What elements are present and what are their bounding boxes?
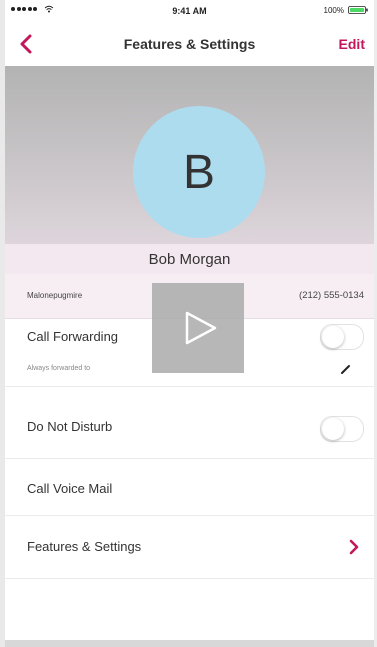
contact-name-band: Bob Morgan xyxy=(5,244,374,274)
battery-icon xyxy=(348,6,368,14)
features-settings-row[interactable]: Features & Settings xyxy=(5,516,374,579)
features-settings-label: Features & Settings xyxy=(27,539,142,554)
call-forwarding-sublabel: Always forwarded to xyxy=(27,365,91,372)
toggle-knob xyxy=(322,326,344,348)
call-voice-mail-label: Call Voice Mail xyxy=(27,481,113,496)
call-voice-mail-row[interactable]: Call Voice Mail xyxy=(5,459,374,516)
do-not-disturb-label: Do Not Disturb xyxy=(27,419,113,434)
toggle-knob xyxy=(322,418,344,440)
do-not-disturb-row: Do Not Disturb xyxy=(5,387,374,459)
username: Malonepugmire xyxy=(27,291,83,300)
avatar: B xyxy=(133,106,265,238)
call-forwarding-toggle[interactable] xyxy=(320,324,364,350)
battery-percentage: 100% xyxy=(323,6,344,15)
bottom-bar xyxy=(5,640,374,647)
call-forwarding-label: Call Forwarding xyxy=(27,329,119,344)
video-play-overlay[interactable] xyxy=(152,283,244,373)
status-time: 9:41 AM xyxy=(172,6,207,16)
play-icon xyxy=(185,311,217,345)
status-bar: 9:41 AM 100% xyxy=(5,0,374,22)
pencil-icon[interactable] xyxy=(340,363,352,375)
profile-header: B xyxy=(5,66,374,244)
avatar-initial: B xyxy=(182,145,215,199)
chevron-right-icon[interactable] xyxy=(348,539,360,555)
navigation-bar: Features & Settings Edit xyxy=(5,24,374,64)
page-title: Features & Settings xyxy=(123,36,256,52)
phone-number[interactable]: (212) 555-0134 xyxy=(299,290,364,301)
edit-button[interactable]: Edit xyxy=(339,36,365,52)
contact-name: Bob Morgan xyxy=(148,251,231,268)
do-not-disturb-toggle[interactable] xyxy=(320,416,364,442)
